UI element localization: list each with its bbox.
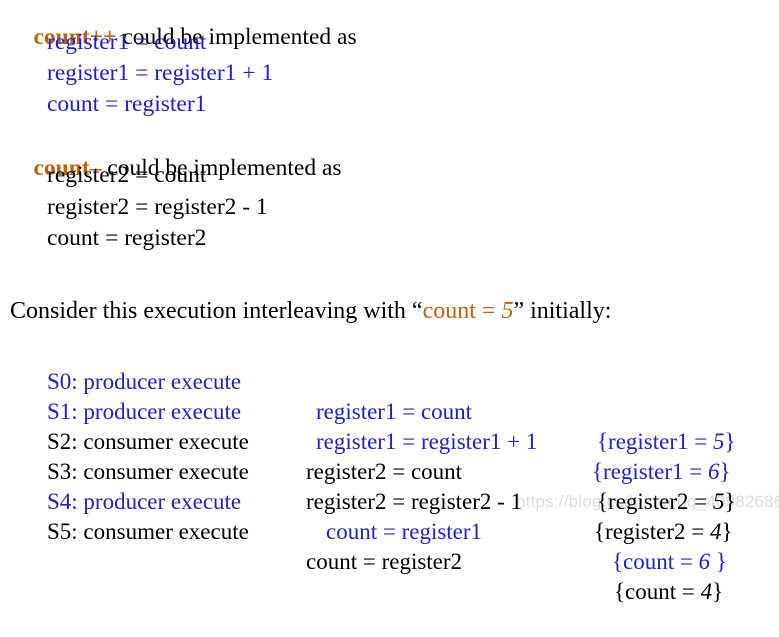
row-result-value: 4 <box>700 579 713 604</box>
table-row: S5: consumer execute count = register2 {… <box>0 487 779 604</box>
consider-highlight-value: 5 <box>501 298 514 324</box>
table-row: S2: consumer execute register2 = count {… <box>0 397 779 514</box>
row-result-close: } <box>710 549 727 574</box>
row-result: {count = 6 } <box>612 547 727 577</box>
decrement-code-line-1: register2 = count <box>47 162 207 188</box>
decrement-code-line-3: count = register2 <box>47 225 207 251</box>
increment-code-line-2: register1 = register1 + 1 <box>47 60 274 86</box>
consider-sentence: Consider this execution interleaving wit… <box>10 299 611 323</box>
row-result: {count = 4} <box>614 577 723 607</box>
row-result-value: 6 <box>698 549 711 574</box>
row-operation: count = register2 <box>306 549 463 574</box>
decrement-code-line-2: register2 = register2 - 1 <box>47 194 268 220</box>
row-result-close: } <box>712 579 724 604</box>
row-result-label: {count = <box>612 549 699 574</box>
execution-interleaving-table: S0: producer execute register1 = count {… <box>0 337 779 604</box>
row-result-close: } <box>721 519 733 544</box>
consider-suffix: ” initially: <box>513 298 612 324</box>
table-row: S4: producer execute count = register1 {… <box>0 457 779 574</box>
increment-code-line-3: count = register1 <box>47 91 207 117</box>
table-row: S0: producer execute register1 = count {… <box>0 337 779 454</box>
table-row: S3: consumer execute register2 = registe… <box>0 427 779 544</box>
consider-prefix: Consider this execution interleaving wit… <box>10 298 423 324</box>
consider-highlight-label: count = <box>422 298 502 324</box>
table-row: S1: producer execute register1 = registe… <box>0 367 779 484</box>
slide-canvas: https://blog.csdn.net/qq_40982686 count+… <box>0 0 779 604</box>
row-result-label: {register2 = <box>594 519 710 544</box>
row-result-value: 4 <box>709 519 722 544</box>
increment-code-line-1: register1 = count <box>47 29 207 55</box>
row-result-label: {count = <box>614 579 701 604</box>
